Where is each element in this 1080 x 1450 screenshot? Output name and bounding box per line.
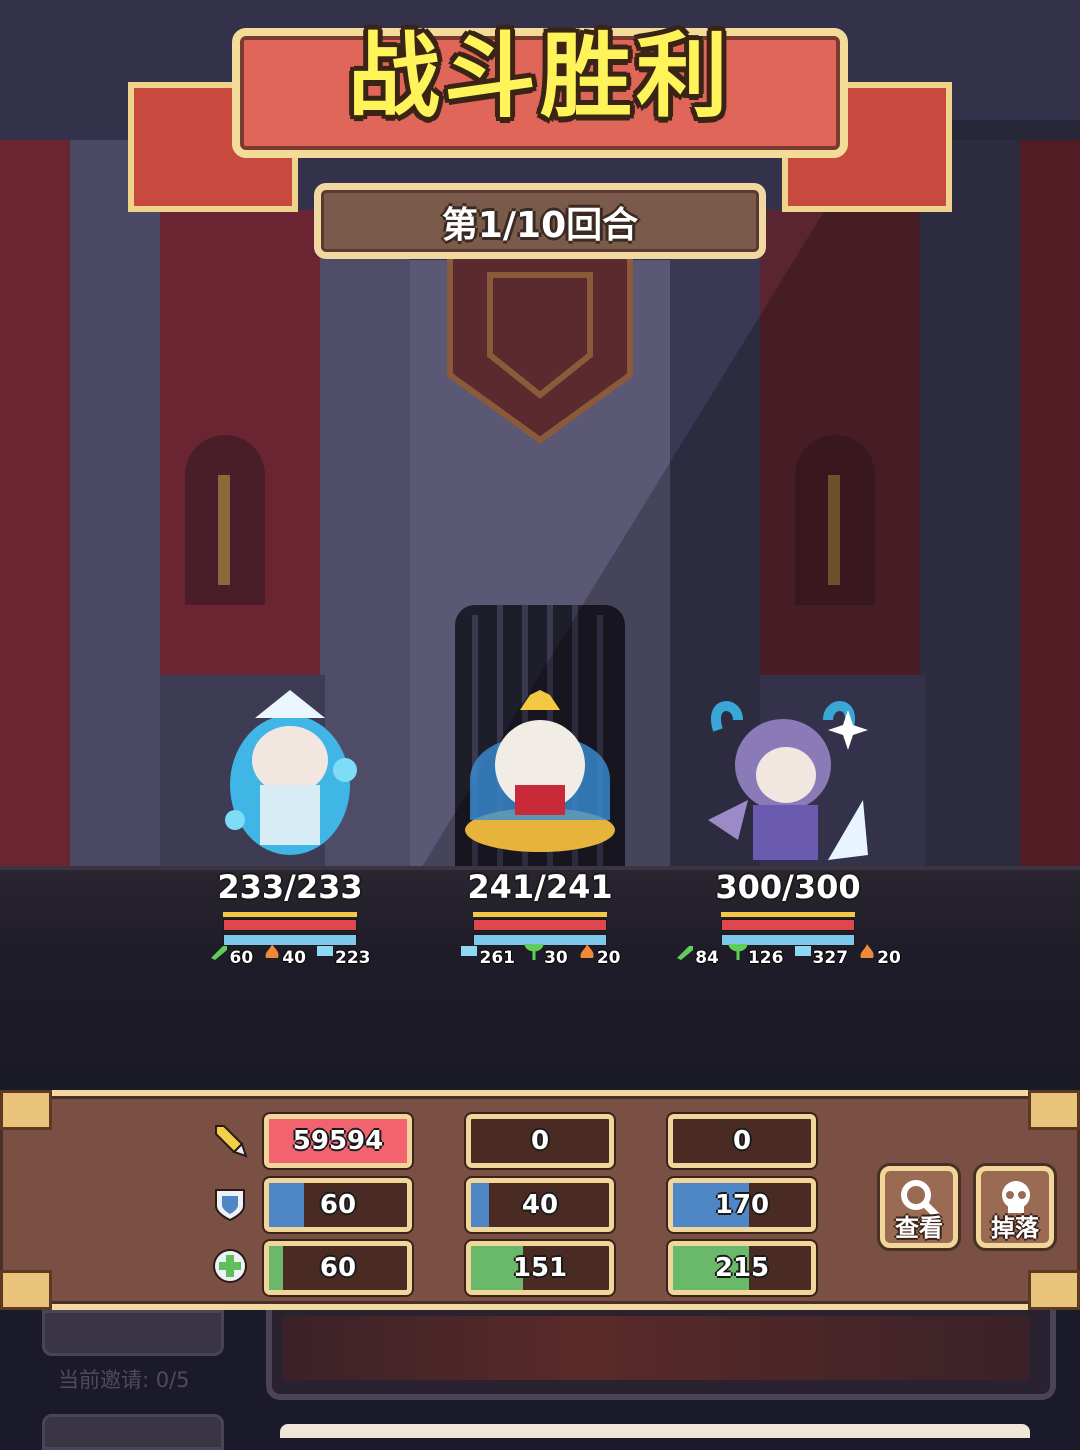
- hero-stat: 40: [262, 944, 306, 968]
- lower-frame-content: [282, 1316, 1030, 1380]
- drop-button-label: 掉落: [991, 1214, 1039, 1242]
- sprout-icon: [728, 944, 748, 960]
- invite-button[interactable]: [42, 1310, 224, 1356]
- hero-stat: 261: [459, 946, 515, 968]
- hero-stat: 30: [524, 944, 568, 968]
- hero-2[interactable]: 241/241 261 30 20: [420, 690, 660, 1110]
- drop-button[interactable]: 掉落: [976, 1166, 1054, 1248]
- defense-value-1: 60: [264, 1178, 412, 1232]
- hero-1-bars: [223, 912, 357, 946]
- fire-icon: [860, 944, 874, 958]
- hero-stat: 20: [577, 944, 621, 968]
- view-button-label: 查看: [895, 1214, 943, 1242]
- heal-value-1: 60: [264, 1241, 412, 1295]
- hero-stat: 327: [793, 946, 848, 968]
- hero-stat: 20: [857, 944, 901, 968]
- sword-icon: [677, 946, 694, 960]
- panel-corner: [0, 1270, 52, 1310]
- shield-icon: [317, 946, 334, 956]
- hero-1-hp: 233/233: [217, 868, 363, 906]
- panel-corner: [1028, 1270, 1080, 1310]
- heal-value-2: 151: [466, 1241, 614, 1295]
- hero-3-stats: 84 126 327 20: [668, 944, 908, 968]
- damage-value-1: 59594: [264, 1114, 412, 1168]
- hero-1[interactable]: 233/233 60 40 223: [170, 690, 410, 1110]
- hero-3-bars: [721, 912, 855, 946]
- damage-icon: [215, 1125, 248, 1158]
- hero-1-stats: 60 40 223: [170, 944, 410, 968]
- view-button[interactable]: 查看: [880, 1166, 958, 1248]
- hero-stat: 84: [675, 946, 719, 968]
- invite-count: 当前邀请: 0/5: [58, 1368, 190, 1392]
- shield-icon: [461, 946, 478, 956]
- fire-icon: [580, 944, 594, 958]
- victory-title: 战斗胜利: [347, 23, 732, 130]
- heal-value-3: 215: [668, 1241, 816, 1295]
- defense-icon: [215, 1189, 245, 1222]
- hero-3-hp: 300/300: [715, 868, 861, 906]
- hero-2-bars: [473, 912, 607, 946]
- ice-mage-sprite: [225, 690, 357, 855]
- fire-icon: [265, 944, 279, 958]
- heal-icon: [213, 1249, 247, 1283]
- lower-bar: [280, 1424, 1030, 1438]
- defense-value-2: 40: [466, 1178, 614, 1232]
- defense-value-3: 170: [668, 1178, 816, 1232]
- shield-icon: [794, 946, 811, 956]
- sprout-icon: [524, 944, 544, 960]
- sword-icon: [211, 946, 228, 960]
- dragon-knight-sprite: [708, 701, 868, 860]
- hero-2-hp: 241/241: [467, 868, 613, 906]
- hero-2-stats: 261 30 20: [420, 944, 660, 968]
- damage-value-2: 0: [466, 1114, 614, 1168]
- hero-stat: 223: [315, 946, 371, 968]
- secondary-button[interactable]: [42, 1414, 224, 1450]
- hero-stat: 126: [728, 944, 783, 968]
- damage-value-3: 0: [668, 1114, 816, 1168]
- battle-stats-panel: 59594 0 0 60 40 170 60 151 215 查看 掉落: [0, 1090, 1080, 1310]
- panel-corner: [1028, 1090, 1080, 1130]
- panel-corner: [0, 1090, 52, 1130]
- shell-princess-sprite: [465, 690, 615, 852]
- hero-stat: 60: [209, 946, 253, 968]
- round-counter: 第1/10回合: [441, 205, 639, 246]
- hero-3[interactable]: 300/300 84 126 327 20: [668, 690, 908, 1110]
